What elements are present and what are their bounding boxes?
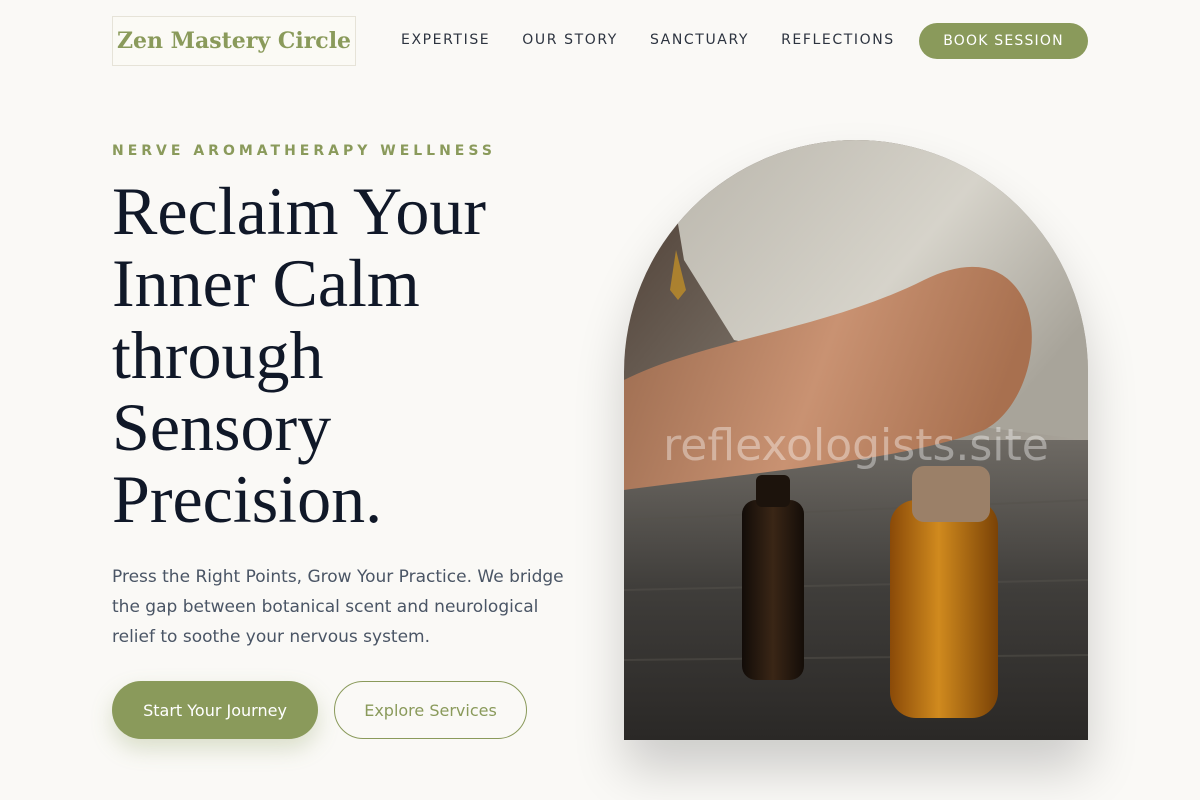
main-nav: EXPERTISE OUR STORY SANCTUARY REFLECTION… [401, 31, 895, 49]
headline-line: Precision. [112, 461, 383, 537]
hero-eyebrow: NERVE AROMATHERAPY WELLNESS [112, 143, 496, 159]
site-header: Zen Mastery Circle EXPERTISE OUR STORY S… [0, 0, 1200, 80]
dark-bottle [742, 500, 804, 680]
start-journey-button[interactable]: Start Your Journey [112, 681, 318, 739]
image-watermark: reflexologists.site [663, 420, 1049, 471]
explore-services-button[interactable]: Explore Services [334, 681, 527, 739]
nav-reflections[interactable]: REFLECTIONS [781, 31, 895, 49]
book-session-button[interactable]: BOOK SESSION [919, 23, 1088, 59]
nav-our-story[interactable]: OUR STORY [522, 31, 618, 49]
headline-line: Sensory [112, 389, 332, 465]
logo[interactable]: Zen Mastery Circle [112, 16, 356, 66]
headline-line: Reclaim Your [112, 173, 486, 249]
amber-bottle [890, 500, 998, 718]
hero-image: reflexologists.site [624, 140, 1088, 740]
cork-stopper [912, 466, 990, 522]
hero-headline: Reclaim Your Inner Calm through Sensory … [112, 175, 552, 535]
nav-expertise[interactable]: EXPERTISE [401, 31, 490, 49]
headline-line: through [112, 317, 324, 393]
headline-line: Inner Calm [112, 245, 420, 321]
hero-description: Press the Right Points, Grow Your Practi… [112, 567, 564, 647]
nav-sanctuary[interactable]: SANCTUARY [650, 31, 749, 49]
